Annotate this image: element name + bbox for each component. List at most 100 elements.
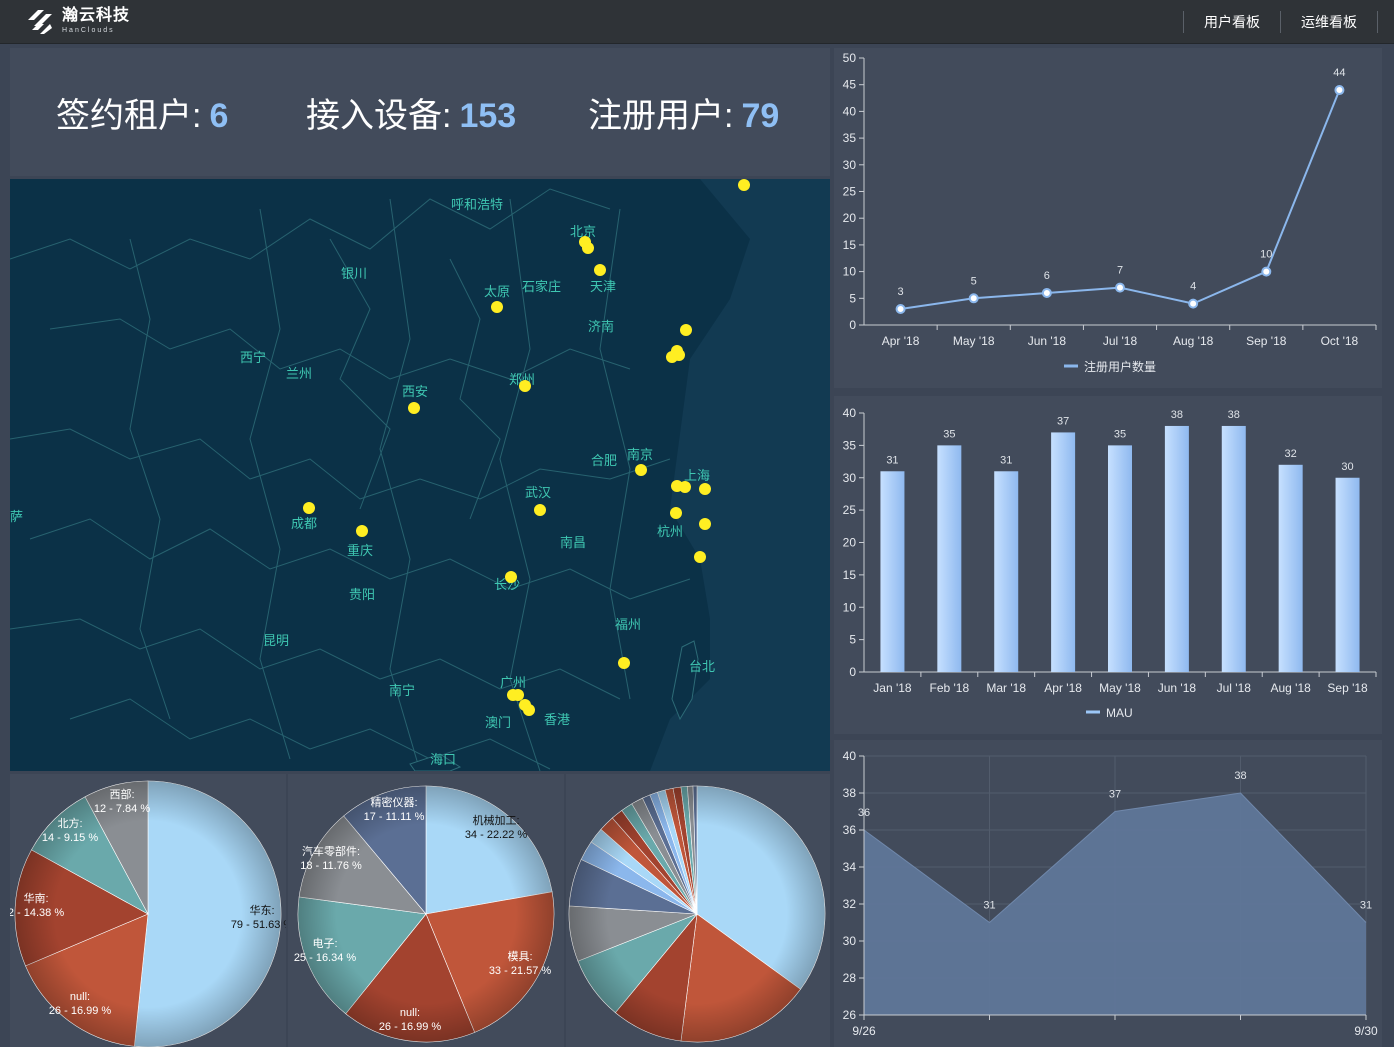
x-tick-label: 9/30 — [1354, 1024, 1378, 1038]
nav-user-dashboard[interactable]: 用户看板 — [1184, 12, 1280, 32]
distribution-pie-panel — [566, 774, 830, 1047]
pie-slice-value: 79 - 51.63 % — [231, 919, 286, 931]
data-label: 5 — [971, 275, 977, 287]
y-tick-label: 10 — [843, 600, 857, 614]
bar[interactable] — [880, 471, 905, 672]
data-label: 4 — [1190, 281, 1196, 293]
data-label: 38 — [1234, 770, 1246, 782]
bar[interactable] — [1221, 425, 1246, 672]
y-tick-label: 25 — [843, 185, 857, 199]
y-tick-label: 30 — [843, 158, 857, 172]
device-dot[interactable] — [519, 380, 531, 392]
city-label: 天津 — [590, 280, 616, 295]
device-dot[interactable] — [679, 481, 691, 493]
y-tick-label: 15 — [843, 568, 857, 582]
device-dot[interactable] — [356, 525, 368, 537]
logo[interactable]: 瀚云科技 HanClouds — [24, 6, 130, 36]
legend-label: MAU — [1106, 706, 1133, 720]
device-dot[interactable] — [680, 324, 692, 336]
city-label: 杭州 — [657, 525, 683, 540]
legend-label: 注册用户数量 — [1084, 359, 1156, 374]
city-label: 贵阳 — [349, 588, 375, 603]
data-label: 38 — [1228, 409, 1240, 421]
y-tick-label: 10 — [843, 265, 857, 279]
bar[interactable] — [1108, 445, 1132, 672]
data-label: 31 — [983, 900, 995, 912]
city-label: 萨 — [10, 510, 23, 525]
x-tick-label: May '18 — [953, 334, 995, 348]
x-tick-label: Aug '18 — [1271, 681, 1312, 695]
city-label: 香港 — [544, 713, 570, 728]
x-tick-label: Jan '18 — [873, 681, 912, 695]
x-tick-label: Feb '18 — [930, 681, 970, 695]
distribution-pie-chart[interactable] — [566, 774, 830, 1047]
device-dot[interactable] — [408, 402, 420, 414]
logo-subname: HanClouds — [62, 27, 115, 34]
data-label: 31 — [886, 454, 898, 466]
data-label: 31 — [1360, 900, 1372, 912]
hanclouds-logo-icon — [28, 10, 52, 34]
nav-ops-dashboard[interactable]: 运维看板 — [1281, 12, 1377, 32]
map-canvas: 呼和浩特 北京 天津 石家庄 太原 银川 济南 西宁 兰州 西安 郑州 合肥 南… — [10, 179, 830, 771]
pie-slice-label: 华南: — [23, 891, 48, 905]
device-dot[interactable] — [635, 464, 647, 476]
data-label: 31 — [1000, 454, 1012, 466]
pie-slice-label: 电子: — [312, 937, 337, 950]
mau-bar-chart[interactable]: 0 5 10 15 20 25 30 35 40 Jan '18 Feb '18 Mar '18 Apr… — [834, 396, 1382, 734]
device-dot[interactable] — [582, 242, 594, 254]
daily-area-chart[interactable]: 262830323436384036313738319/26 9/30 — [834, 740, 1382, 1047]
y-tick-label: 35 — [843, 131, 857, 145]
stat-users-label: 注册用户 — [588, 97, 724, 135]
city-label: 银川 — [341, 267, 367, 282]
series-point — [1261, 266, 1272, 277]
industry-pie-panel: 机械加工: 34 - 22.22 % 模具: 33 - 21.57 % null: 26 … — [288, 774, 564, 1047]
device-dot[interactable] — [670, 507, 682, 519]
city-label: 武汉 — [525, 486, 551, 501]
x-tick-label: Aug '18 — [1173, 334, 1214, 348]
bar[interactable] — [1278, 464, 1303, 672]
x-tick-label: May '18 — [1099, 681, 1141, 695]
device-dot[interactable] — [512, 689, 524, 701]
device-dot[interactable] — [523, 704, 535, 716]
bar[interactable] — [1164, 425, 1189, 672]
pie-slice-value: 34 - 22.22 % — [465, 829, 528, 841]
city-label: 重庆 — [347, 543, 373, 559]
device-dot[interactable] — [738, 179, 750, 191]
top-nav: 用户看板 运维看板 — [1183, 0, 1378, 44]
city-label: 呼和浩特 — [451, 198, 503, 213]
device-dot[interactable] — [505, 571, 517, 583]
industry-pie-chart[interactable]: 机械加工: 34 - 22.22 % 模具: 33 - 21.57 % null: 26 … — [288, 774, 564, 1047]
bar[interactable] — [1335, 477, 1360, 672]
data-label: 30 — [1341, 461, 1353, 473]
stat-tenants-value: 6 — [209, 97, 229, 135]
stat-users-value: 79 — [741, 97, 780, 135]
device-dot[interactable] — [303, 502, 315, 514]
device-dot[interactable] — [534, 504, 546, 516]
bar[interactable] — [994, 471, 1019, 672]
y-tick-label: 25 — [843, 503, 857, 517]
pie-slice-value: 26 - 16.99 % — [379, 1021, 442, 1033]
china-map[interactable]: 呼和浩特 北京 天津 石家庄 太原 银川 济南 西宁 兰州 西安 郑州 合肥 南… — [10, 179, 830, 771]
stats-panel: 签约租户:6 接入设备:153 注册用户:79 — [10, 48, 830, 176]
bar[interactable] — [1051, 432, 1076, 672]
region-pie-chart[interactable]: 华东: 79 - 51.63 % null: 26 - 16.99 % 华南: 2 - 1… — [8, 774, 293, 1047]
registered-users-line-chart[interactable]: 05101520253035404550Apr '18 May '18 Jun '1… — [834, 48, 1382, 388]
city-label: 合肥 — [591, 454, 617, 469]
device-dot[interactable] — [694, 551, 706, 563]
device-dot[interactable] — [491, 301, 503, 313]
y-tick-label: 40 — [843, 406, 857, 420]
area-fill — [864, 793, 1366, 1015]
series-point — [1188, 298, 1199, 309]
device-dot[interactable] — [618, 657, 630, 669]
pie-slice-value: 14 - 9.15 % — [42, 832, 98, 844]
device-dot[interactable] — [673, 349, 685, 361]
device-dot[interactable] — [594, 264, 606, 276]
series-point — [1041, 287, 1052, 298]
y-tick-label: 35 — [843, 438, 857, 452]
device-dot[interactable] — [699, 518, 711, 530]
y-tick-label: 32 — [843, 897, 857, 911]
pie-slice-label: 模具: — [507, 950, 532, 963]
bar[interactable] — [937, 445, 962, 672]
y-tick-label: 20 — [843, 536, 857, 550]
device-dot[interactable] — [699, 483, 711, 495]
